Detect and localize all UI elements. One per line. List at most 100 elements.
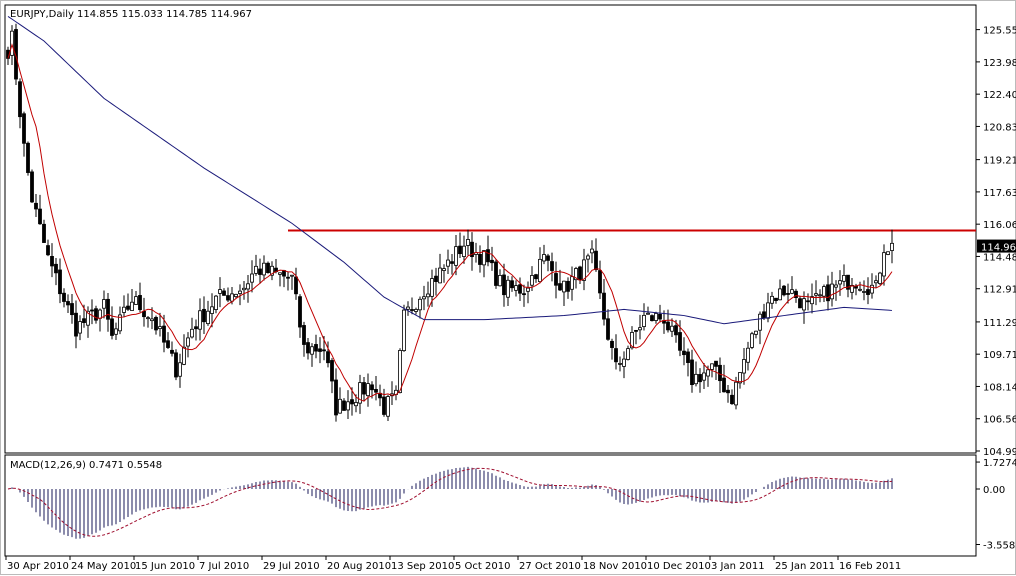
candle-bull [882,252,886,277]
candle-bear [486,249,490,263]
long-moving-average [7,15,893,325]
date-tick-label: 13 Sep 2010 [391,561,454,572]
candle-bull [190,328,194,338]
date-tick-label: 7 Jul 2010 [199,561,249,572]
candle-bear [658,313,662,320]
candle-bear [106,298,110,320]
candle-bull [114,328,118,335]
candle-bull [642,314,646,327]
candle-bull [758,313,762,331]
price-tick-label: 104.990 [983,447,1016,458]
macd-tick-label: 1.7274 [983,458,1016,469]
candle-bull [178,362,182,377]
price-tick-label: 117.635 [983,188,1016,199]
candle-bear [162,325,166,343]
candle-bear [578,266,582,281]
candle-bear [698,374,702,383]
candle-bull [842,275,846,282]
candle-bull [430,278,434,297]
candle-bear [202,308,206,323]
candle-bear [826,284,830,302]
candle-bear [82,318,86,323]
candle-bear [594,250,598,271]
date-tick-label: 5 Oct 2010 [455,561,510,572]
candle-bull [98,309,102,319]
candle-bull [770,295,774,304]
candle-bull [278,272,282,275]
candle-bull [822,286,826,297]
candle-bull [102,299,106,309]
candle-bear [138,295,142,311]
candle-bear [62,292,66,302]
chart-canvas[interactable]: EURJPY,Daily 114.855 115.033 114.785 114… [1,1,1016,576]
candle-bear [110,318,114,336]
candle-bull [338,398,342,414]
macd-signal-line [7,467,893,537]
candle-bull [858,288,862,291]
candle-bear [546,255,550,261]
macd-title: MACD(12,26,9) [10,460,86,471]
candle-bear [606,318,610,340]
candle-bear [650,315,654,322]
candle-bull [862,291,866,293]
candle-bear [714,360,718,367]
candle-bull [210,306,214,314]
candle-bear [362,382,366,395]
candle-bear [38,208,42,225]
candle-bull [506,279,510,298]
candle-bull [742,359,746,374]
candle-bull [670,325,674,332]
candle-bull [622,358,626,367]
candle-bear [226,295,230,301]
candle-bull [10,30,14,56]
candle-bear [142,311,146,318]
candle-bear [318,348,322,352]
candle-bear [806,300,810,303]
candle-bear [690,359,694,386]
price-tick-label: 123.980 [983,58,1016,69]
candle-bull [870,284,874,294]
candle-bull [402,309,406,352]
candle-bear [306,342,310,354]
candle-bear [666,321,670,331]
candle-bull [570,276,574,290]
candle-bull [530,275,534,286]
candle-bull [874,280,878,284]
candle-bear [70,303,74,316]
candle-bear [258,268,262,275]
candle-bull [830,283,834,300]
candle-bull [422,296,426,300]
candle-bear [774,297,778,301]
candle-bear [614,348,618,363]
chart-title: EURJPY,Daily [10,9,74,20]
candle-bear [194,326,198,330]
date-tick-label: 10 Dec 2010 [647,561,711,572]
candle-bear [490,259,494,264]
candle-bear [722,377,726,393]
candle-bull [790,289,794,294]
candle-bull [354,402,358,407]
candle-bull [346,401,350,411]
candle-bull [582,259,586,281]
candle-bear [94,308,98,321]
candle-bear [534,274,538,280]
candle-bull [778,288,782,301]
macd-tick-label: 0.00 [983,485,1005,496]
candle-bear [674,325,678,336]
candle-bull [250,273,254,283]
candle-bull [638,327,642,331]
candle-bear [602,292,606,320]
candle-bull [694,373,698,385]
candle-bear [342,400,346,411]
candle-bear [798,298,802,309]
candle-bear [678,332,682,351]
candle-bear [46,245,50,256]
candle-bull [654,313,658,321]
candle-bear [326,351,330,364]
candle-bear [410,309,414,311]
macd-tick-label: -3.558 [983,541,1015,552]
date-tick-label: 30 Apr 2010 [7,561,69,572]
candle-bear [726,389,730,394]
price-tick-label: 112.910 [983,285,1016,296]
candle-bear [294,276,298,295]
